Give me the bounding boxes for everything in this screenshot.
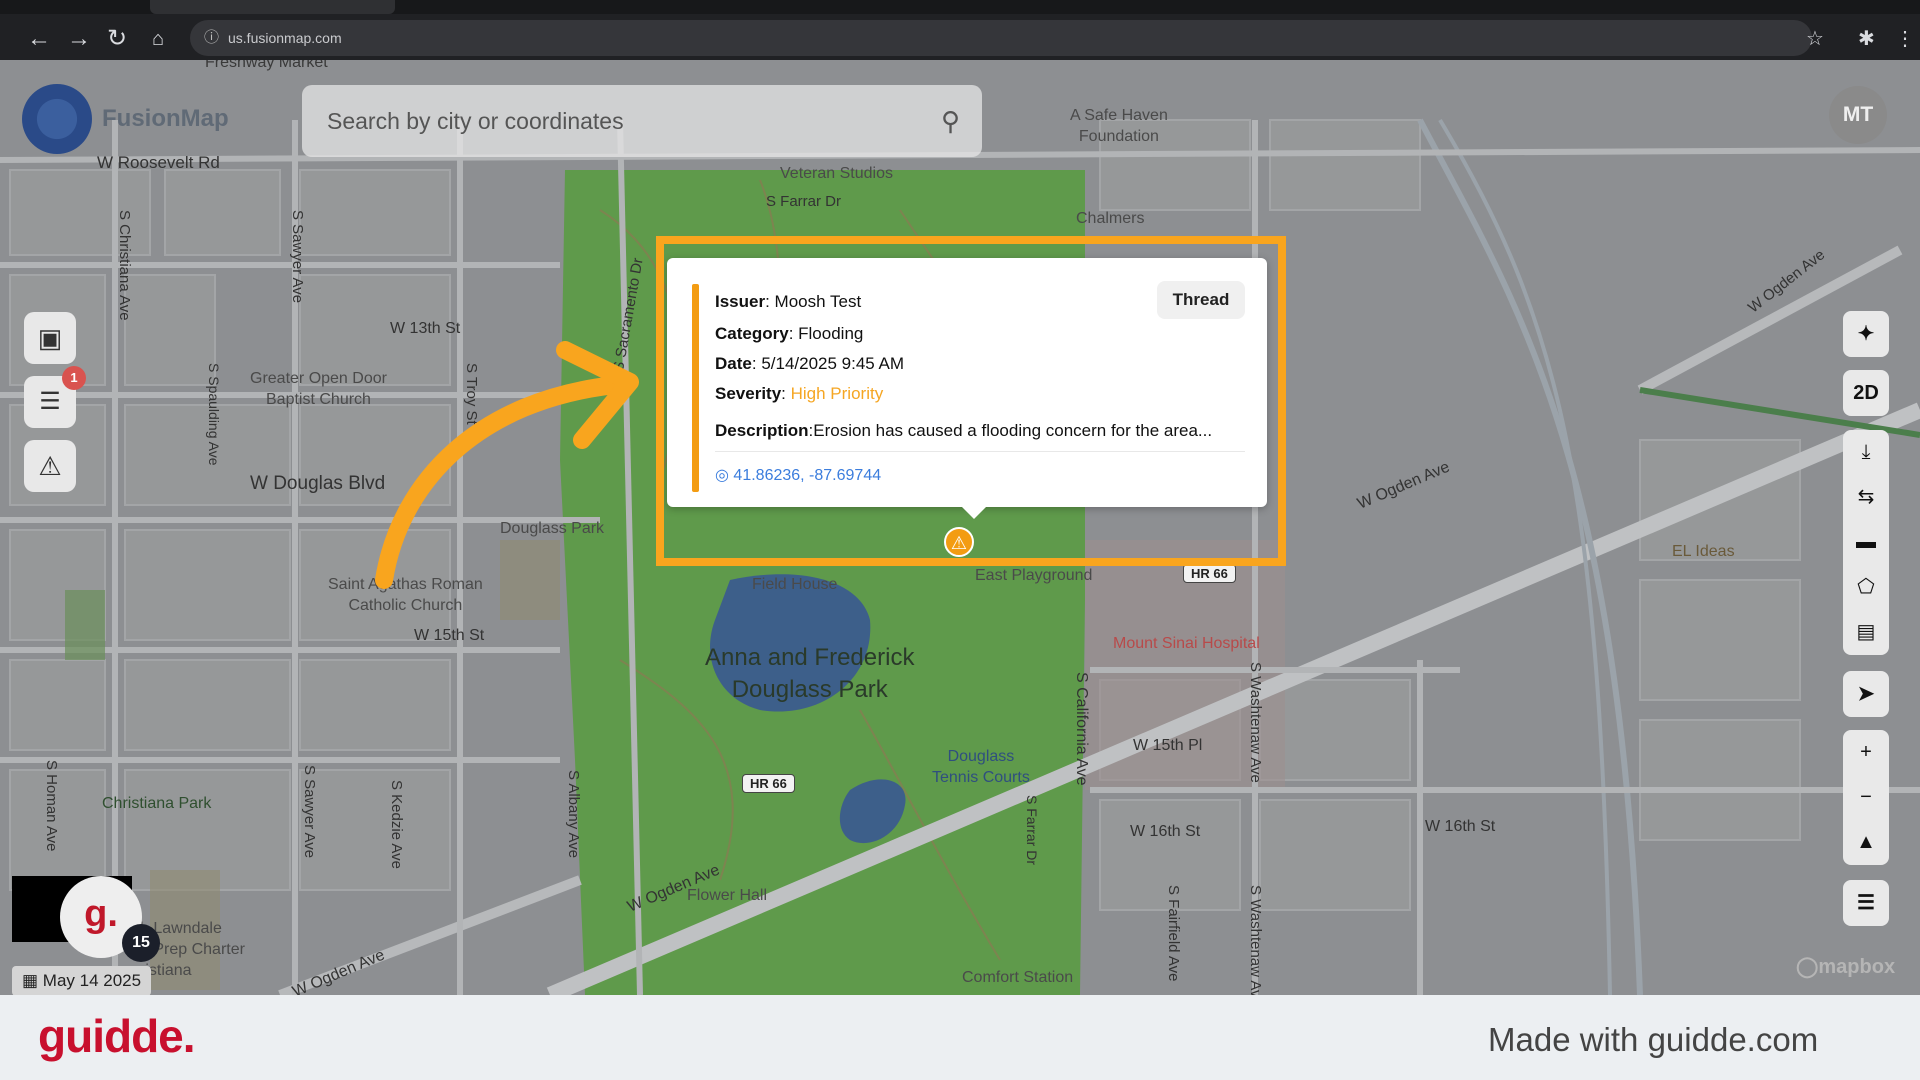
guidde-logo[interactable]: guidde. (38, 1009, 196, 1063)
zoom-group: + − ▲ (1843, 730, 1889, 865)
route-shield: HR 66 (742, 774, 795, 793)
date-picker[interactable]: ▦ May 14 2025 (12, 966, 152, 996)
site-info-icon[interactable]: ⓘ (204, 20, 219, 56)
annotation-highlight-box (656, 236, 1286, 566)
mapbox-attribution[interactable]: ◯mapbox (1796, 954, 1895, 979)
street-label: S California Ave (1073, 672, 1090, 786)
mapbox-text: mapbox (1818, 956, 1896, 978)
back-icon[interactable]: ← (22, 22, 56, 56)
street-label: S Kedzie Ave (388, 780, 405, 869)
forward-icon[interactable]: → (62, 22, 96, 56)
scan-icon[interactable]: ▣ (24, 312, 76, 364)
poi-label: A Safe Haven Foundation (1070, 107, 1168, 145)
browser-toolbar: ← → ↻ ⌂ ⓘ us.fusionmap.com ☆ ✱ ⋮ (0, 0, 1920, 60)
street-label: S Washtenaw Ave (1247, 662, 1264, 783)
poi-label: Flower Hall (687, 887, 768, 904)
street-label: W 15th St (414, 627, 485, 644)
street-label: W Roosevelt Rd (97, 153, 220, 172)
browser-tab[interactable] (150, 0, 395, 14)
street-label: S Homan Ave (43, 760, 60, 852)
park-title: Anna and Frederick Douglass Park (705, 644, 915, 703)
street-label: W 16th St (1425, 818, 1496, 835)
polygon-draw-icon[interactable]: ⬠ (1843, 565, 1889, 610)
logo-icon (22, 84, 92, 154)
ai-sparkle-icon[interactable]: ✦ (1843, 311, 1889, 357)
zoom-out-icon[interactable]: − (1843, 775, 1889, 820)
poi-label: Douglass Tennis Courts (932, 748, 1030, 786)
made-with-text: Made with guidde.com (1488, 1021, 1819, 1058)
route-shield: HR 66 (1183, 564, 1236, 583)
reload-icon[interactable]: ↻ (100, 22, 134, 56)
poi-label: Mount Sinai Hospital (1113, 635, 1260, 652)
split-compare-icon[interactable]: ⇆ (1843, 475, 1889, 520)
street-label: S Farrar Dr (1024, 795, 1040, 865)
search-icon[interactable]: ⚲ (941, 85, 960, 157)
poi-label: Veteran Studios (780, 165, 893, 182)
elevation-chart-icon[interactable]: ▤ (1843, 610, 1889, 655)
view-mode-toggle[interactable]: 2D (1843, 370, 1889, 416)
tab-strip (0, 0, 1920, 14)
compass-icon[interactable]: ▲ (1843, 820, 1889, 865)
street-label: S Christiana Ave (116, 210, 133, 321)
poi-label: EL Ideas (1672, 543, 1735, 560)
poi-label: Christiana Park (102, 795, 212, 812)
street-label: S Sawyer Ave (289, 210, 306, 304)
address-bar[interactable]: ⓘ us.fusionmap.com (190, 20, 1812, 56)
poi-label: Comfort Station (962, 969, 1074, 986)
notification-badge: 1 (62, 366, 86, 390)
street-label: S Washtenaw Ave (1247, 885, 1264, 995)
user-count-badge: 15 (122, 924, 160, 962)
ruler-icon[interactable]: ▬ (1843, 520, 1889, 565)
logo-text: FusionMap (102, 105, 229, 132)
tools-group: ⤓ ⇆ ▬ ⬠ ▤ (1843, 430, 1889, 655)
extension-icon[interactable]: ✱ (1858, 22, 1875, 56)
mapbox-logo-icon: ◯ (1796, 956, 1819, 978)
zoom-in-icon[interactable]: + (1843, 730, 1889, 775)
street-label: S Farrar Dr (766, 193, 841, 210)
poi-label: Chalmers (1076, 210, 1145, 227)
warning-icon[interactable]: ⚠ (24, 440, 76, 492)
user-avatar[interactable]: MT (1829, 86, 1887, 144)
url-text: us.fusionmap.com (228, 30, 342, 46)
star-icon[interactable]: ☆ (1806, 22, 1824, 56)
annotation-arrow-icon (375, 341, 639, 589)
street-label: S Sawyer Ave (301, 765, 318, 859)
locate-arrow-icon[interactable]: ➤ (1843, 671, 1889, 717)
guidde-footer: guidde. Made with guidde.com (0, 995, 1920, 1080)
search-placeholder: Search by city or coordinates (327, 108, 624, 134)
search-input[interactable]: Search by city or coordinates ⚲ (302, 85, 982, 157)
home-icon[interactable]: ⌂ (141, 22, 175, 56)
app-logo[interactable]: FusionMap (22, 82, 229, 156)
calendar-icon: ▦ (22, 971, 39, 990)
street-label: S Spaulding Ave (206, 363, 222, 466)
street-label: W 15th Pl (1133, 737, 1203, 754)
street-label: S Albany Ave (565, 770, 582, 859)
poi-label: East Playground (975, 567, 1093, 584)
poi-label: Field House (752, 576, 838, 593)
street-label: W 16th St (1130, 823, 1201, 840)
menu-icon[interactable]: ⋮ (1895, 22, 1915, 56)
date-text: May 14 2025 (42, 971, 142, 990)
poi-label: Freshway Market (205, 60, 328, 71)
street-label: S Fairfield Ave (1165, 885, 1182, 982)
layers-icon[interactable]: ☰ (1843, 880, 1889, 926)
download-icon[interactable]: ⤓ (1843, 430, 1889, 475)
